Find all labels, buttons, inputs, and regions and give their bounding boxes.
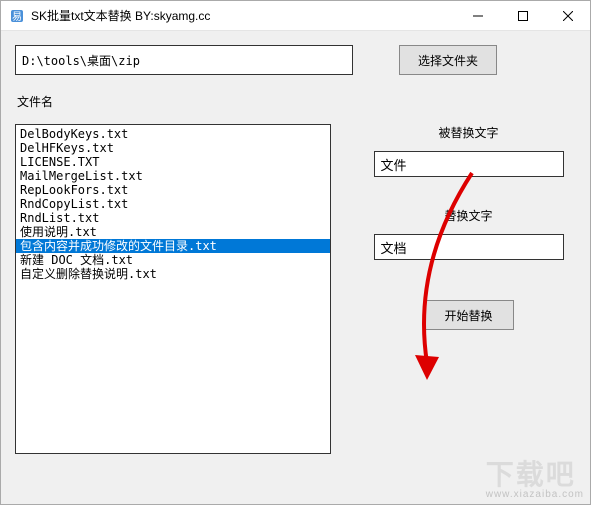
search-text-label: 被替换文字 (438, 124, 498, 141)
list-item[interactable]: 包含内容并成功修改的文件目录.txt (16, 239, 330, 253)
window-title: SK批量txt文本替换 BY:skyamg.cc (31, 7, 455, 24)
watermark-url: www.xiazaiba.com (486, 489, 584, 500)
svg-text:易: 易 (12, 11, 22, 23)
right-column: 被替换文字 替换文字 开始替换 (361, 124, 576, 454)
list-item[interactable]: MailMergeList.txt (16, 169, 330, 183)
maximize-button[interactable] (500, 1, 545, 30)
list-item[interactable]: 自定义删除替换说明.txt (16, 267, 330, 281)
list-item[interactable]: RndList.txt (16, 211, 330, 225)
list-item[interactable]: RepLookFors.txt (16, 183, 330, 197)
app-window: 易 SK批量txt文本替换 BY:skyamg.cc 选择文件夹 文件名 Del… (0, 0, 591, 505)
titlebar: 易 SK批量txt文本替换 BY:skyamg.cc (1, 1, 590, 31)
list-item[interactable]: DelBodyKeys.txt (16, 127, 330, 141)
app-icon: 易 (9, 8, 25, 24)
search-text-input[interactable] (374, 151, 564, 177)
list-item[interactable]: 使用说明.txt (16, 225, 330, 239)
window-controls (455, 1, 590, 30)
list-item[interactable]: DelHFKeys.txt (16, 141, 330, 155)
minimize-button[interactable] (455, 1, 500, 30)
client-area: 选择文件夹 文件名 DelBodyKeys.txtDelHFKeys.txtLI… (1, 31, 590, 504)
start-replace-button[interactable]: 开始替换 (424, 300, 514, 330)
replace-text-input[interactable] (374, 234, 564, 260)
list-item[interactable]: LICENSE.TXT (16, 155, 330, 169)
close-button[interactable] (545, 1, 590, 30)
folder-path-input[interactable] (15, 45, 353, 75)
select-folder-button[interactable]: 选择文件夹 (399, 45, 497, 75)
watermark: 下载吧 www.xiazaiba.com (486, 453, 584, 500)
path-row: 选择文件夹 (15, 45, 576, 75)
list-item[interactable]: 新建 DOC 文档.txt (16, 253, 330, 267)
file-listbox[interactable]: DelBodyKeys.txtDelHFKeys.txtLICENSE.TXTM… (15, 124, 331, 454)
watermark-text: 下载吧 (486, 459, 576, 490)
main-row: DelBodyKeys.txtDelHFKeys.txtLICENSE.TXTM… (15, 124, 576, 454)
replace-text-label: 替换文字 (444, 207, 492, 224)
list-item[interactable]: RndCopyList.txt (16, 197, 330, 211)
filename-label: 文件名 (17, 93, 576, 110)
